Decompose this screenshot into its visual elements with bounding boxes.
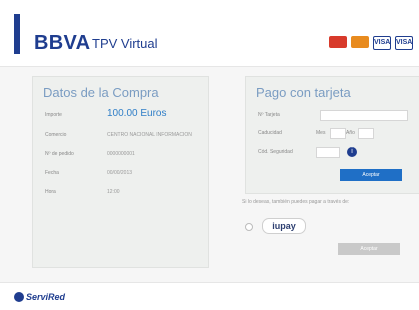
expiry-label: Caducidad <box>258 130 282 136</box>
date-value: 00/00/2013 <box>107 170 133 176</box>
mastercard-icon <box>351 36 369 48</box>
cvv-label: Cód. Seguridad <box>258 149 293 155</box>
time-value: 12:00 <box>107 189 120 195</box>
accept-card-button[interactable]: Aceptar <box>340 169 402 181</box>
purchase-details-title: Datos de la Compra <box>43 85 159 100</box>
info-icon[interactable]: i <box>347 147 357 157</box>
cvv-input[interactable] <box>316 147 340 158</box>
amount-value: 100.00 Euros <box>107 108 167 119</box>
date-label: Fecha <box>45 170 59 176</box>
month-label: Mes <box>316 130 326 136</box>
time-row: Hora 12:00 <box>45 188 195 202</box>
page: BBVA TPV Virtual VISA VISA Datos de la C… <box>0 0 419 310</box>
amount-row: Importe 100.00 Euros <box>45 108 195 125</box>
servired-logo-icon <box>14 292 24 302</box>
card-payment-panel: Pago con tarjeta Nº Tarjeta Caducidad Me… <box>245 76 419 194</box>
card-brand-icon <box>329 36 347 48</box>
bbva-logo: BBVA <box>34 32 91 54</box>
year-label: Año <box>346 130 355 136</box>
expiry-year-input[interactable] <box>358 128 374 139</box>
iupay-radio[interactable] <box>245 223 253 231</box>
card-number-label: Nº Tarjeta <box>258 112 280 118</box>
card-number-input[interactable] <box>320 110 408 121</box>
purchase-details-panel: Datos de la Compra Importe 100.00 Euros … <box>32 76 209 268</box>
date-row: Fecha 00/00/2013 <box>45 169 195 183</box>
card-payment-title: Pago con tarjeta <box>256 85 351 100</box>
merchant-value: CENTRO NACIONAL INFORMACION <box>107 132 192 138</box>
expiry-month-input[interactable] <box>330 128 346 139</box>
merchant-row: Comercio CENTRO NACIONAL INFORMACION <box>45 131 195 145</box>
visa-electron-icon: VISA <box>395 36 413 50</box>
product-title: TPV Virtual <box>92 36 158 51</box>
alternative-payment-note: Si lo deseas, también puedes pagar a tra… <box>242 199 350 205</box>
order-row: Nº de pedido 0000000001 <box>45 150 195 164</box>
visa-icon: VISA <box>373 36 391 50</box>
order-value: 0000000001 <box>107 151 135 157</box>
header: BBVA TPV Virtual VISA VISA <box>0 0 419 67</box>
iupay-option[interactable]: iupay <box>262 218 306 234</box>
brand-bar <box>14 14 20 54</box>
servired-logo: ServiRed <box>26 292 66 302</box>
time-label: Hora <box>45 189 56 195</box>
merchant-label: Comercio <box>45 132 67 138</box>
order-label: Nº de pedido <box>45 151 74 157</box>
accepted-cards: VISA VISA <box>329 36 413 50</box>
footer: ServiRed <box>0 282 419 310</box>
amount-label: Importe <box>45 112 62 118</box>
accept-iupay-button[interactable]: Aceptar <box>338 243 400 255</box>
